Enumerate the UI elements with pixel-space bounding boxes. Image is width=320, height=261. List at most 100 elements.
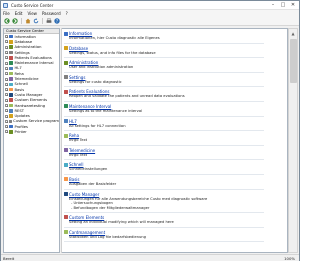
expand-icon[interactable]: +: [5, 66, 9, 70]
entry-divider: [64, 226, 264, 228]
menu-view[interactable]: View: [27, 11, 37, 16]
app-window: Custo Service Center – □ ✕ File Edit Vie…: [0, 0, 300, 261]
expand-icon[interactable]: +: [5, 88, 9, 92]
toolbar: ?: [1, 17, 299, 26]
expand-icon[interactable]: +: [5, 119, 9, 123]
expand-icon[interactable]: +: [5, 114, 9, 118]
menu-password[interactable]: Password: [42, 11, 61, 16]
forward-icon[interactable]: [11, 18, 18, 25]
home-icon[interactable]: [24, 18, 31, 25]
entry-description: Ihrgo Text: [69, 152, 88, 157]
title-bar[interactable]: Custo Service Center – □ ✕: [1, 1, 299, 10]
back-icon[interactable]: [3, 18, 10, 25]
tree-item-label: Information: [14, 34, 36, 39]
content-entry: HL7 All settings for HL7 connection: [62, 119, 287, 129]
entry-description: Statistiken und Log file bedarfsbedienun…: [69, 234, 146, 239]
entry-divider: [64, 130, 264, 132]
entry-divider: [64, 57, 264, 59]
entry-description: Setting an individual modifying which wi…: [69, 219, 174, 224]
section-icon: [64, 162, 68, 167]
expand-icon[interactable]: +: [5, 125, 9, 129]
scroll-thumb[interactable]: [290, 39, 297, 83]
status-bar: Bereit 100%: [1, 254, 299, 261]
tree-item-label: Patients Evaluations: [14, 55, 52, 60]
expand-icon[interactable]: +: [5, 40, 9, 44]
navigation-tree: Custo Service Center + Information + Databa…: [3, 28, 60, 253]
status-text: Bereit: [3, 255, 15, 261]
toolbar-separator: [42, 18, 43, 24]
scroll-up-icon[interactable]: ▲: [289, 29, 297, 38]
vertical-scrollbar[interactable]: ▲: [288, 28, 298, 253]
refresh-icon[interactable]: [32, 18, 39, 25]
folder-icon: [9, 103, 13, 108]
expand-icon[interactable]: +: [5, 98, 9, 102]
expand-icon[interactable]: +: [5, 130, 9, 134]
content-entry: Custo Manager Einstellungen für alle Anwe…: [62, 192, 287, 210]
section-icon: [64, 60, 68, 65]
expand-icon[interactable]: +: [5, 72, 9, 76]
maximize-icon[interactable]: □: [278, 1, 288, 10]
svg-text:?: ?: [55, 19, 57, 24]
expand-icon[interactable]: +: [5, 109, 9, 113]
tree-item[interactable]: + Custom Service program: [4, 119, 59, 124]
tree-item-label: Schnell: [14, 82, 28, 87]
expand-icon[interactable]: +: [5, 61, 9, 65]
entry-divider: [64, 241, 264, 243]
tree-item-label: Reha: [14, 71, 24, 76]
expand-icon[interactable]: +: [5, 82, 9, 86]
folder-icon: [9, 93, 13, 97]
section-icon: [64, 215, 68, 220]
tree-item-label: Basis: [14, 87, 25, 92]
tree-item[interactable]: + Printer: [4, 129, 59, 134]
expand-icon[interactable]: +: [5, 51, 9, 55]
expand-icon[interactable]: +: [5, 56, 9, 60]
folder-icon: [9, 71, 13, 76]
folder-icon: [9, 109, 13, 113]
tree-item-label: Database: [14, 39, 33, 44]
menu-help[interactable]: ?: [66, 11, 68, 16]
section-icon: [64, 192, 68, 197]
tree-item-label: Telemedicine: [14, 77, 39, 82]
expand-icon[interactable]: +: [5, 35, 9, 39]
menu-file[interactable]: File: [3, 11, 10, 16]
content-entry: Administration User and institution admin…: [62, 60, 287, 70]
entry-list: Information Informationen, hier Custo dia…: [62, 31, 287, 243]
app-icon: [3, 2, 8, 8]
section-icon: [64, 230, 68, 235]
help-icon[interactable]: ?: [53, 18, 60, 25]
tree-item-label: Settings: [14, 50, 30, 55]
section-icon: [64, 75, 68, 80]
content-entry: Basis Ausgaben der Basisfelder: [62, 177, 287, 187]
entry-divider: [64, 86, 264, 88]
tree-item-label: Hardwaretesting: [14, 103, 46, 108]
content-entry: Schnell Schnelleinstellungen: [62, 162, 287, 172]
entry-sub-item: - Befundbogen der Mitgliederwaltmanager: [71, 205, 150, 210]
entry-divider: [64, 100, 264, 102]
window-title: Custo Service Center: [11, 2, 54, 8]
folder-icon: [9, 119, 12, 124]
entry-divider: [64, 173, 264, 175]
folder-icon: [9, 77, 13, 81]
tree-item-label: Administration: [14, 45, 42, 50]
expand-icon[interactable]: +: [5, 77, 9, 81]
entry-description: Ihrgo Text: [69, 138, 88, 143]
expand-icon[interactable]: +: [5, 45, 9, 49]
section-icon: [64, 133, 68, 138]
close-icon[interactable]: ✕: [288, 1, 298, 10]
entry-divider: [64, 144, 264, 146]
expand-icon[interactable]: +: [5, 93, 9, 97]
menu-bar: File Edit View Password ?: [1, 10, 299, 17]
minimize-icon[interactable]: –: [268, 1, 278, 10]
print-icon[interactable]: [45, 18, 52, 25]
menu-edit[interactable]: Edit: [15, 11, 23, 16]
status-zoom: 100%: [284, 255, 295, 261]
folder-icon: [9, 130, 13, 134]
folder-icon: [9, 66, 13, 71]
content-entry: Information Informationen, hier Custo dia…: [62, 31, 287, 41]
folder-icon: [9, 87, 13, 92]
folder-icon: [9, 61, 13, 65]
section-icon: [64, 177, 68, 182]
folder-icon: [9, 124, 13, 129]
section-icon: [64, 31, 68, 36]
expand-icon[interactable]: +: [5, 104, 9, 108]
